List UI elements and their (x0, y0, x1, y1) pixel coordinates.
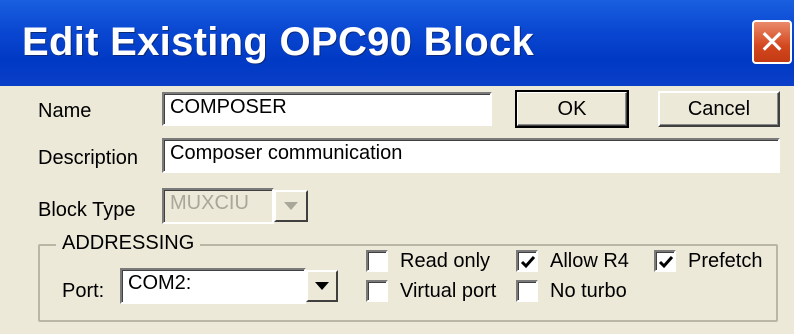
block-type-label: Block Type (38, 199, 136, 221)
block-type-dropdown-button (274, 190, 308, 222)
checkmark-icon (520, 256, 536, 269)
name-label: Name (38, 100, 92, 122)
no-turbo-label: No turbo (550, 280, 627, 302)
title-bar[interactable]: Edit Existing OPC90 Block ✕ (0, 0, 794, 86)
dialog-window: Edit Existing OPC90 Block ✕ Name COMPOSE… (0, 0, 794, 334)
dropdown-arrow-icon (315, 282, 329, 290)
dropdown-arrow-icon (284, 202, 298, 210)
addressing-group: ADDRESSING Port: COM2: Read only Virtual… (38, 232, 778, 322)
read-only-label: Read only (400, 250, 491, 272)
cancel-button[interactable]: Cancel (658, 91, 780, 127)
virtual-port-checkbox[interactable] (366, 280, 388, 302)
allow-r4-checkbox[interactable] (516, 250, 538, 272)
no-turbo-checkbox[interactable] (516, 280, 538, 302)
description-label: Description (38, 147, 139, 169)
port-select[interactable]: COM2: (120, 268, 306, 304)
dialog-title: Edit Existing OPC90 Block (22, 20, 535, 64)
ok-button[interactable]: OK (515, 90, 629, 128)
block-type-select: MUXCIU (162, 188, 274, 224)
close-icon: ✕ (758, 24, 786, 60)
port-dropdown-button[interactable] (306, 270, 338, 302)
allow-r4-label: Allow R4 (550, 250, 629, 272)
checkmark-icon (658, 256, 674, 269)
prefetch-label: Prefetch (688, 250, 763, 272)
virtual-port-label: Virtual port (400, 280, 497, 302)
addressing-legend: ADDRESSING (56, 232, 201, 255)
description-input[interactable]: Composer communication (162, 138, 780, 173)
close-button[interactable]: ✕ (752, 20, 792, 64)
name-input[interactable]: COMPOSER (162, 92, 492, 126)
prefetch-checkbox[interactable] (654, 250, 676, 272)
port-label: Port: (62, 280, 105, 302)
dialog-body: Name COMPOSER OK Cancel Description Comp… (0, 86, 794, 334)
read-only-checkbox[interactable] (366, 250, 388, 272)
